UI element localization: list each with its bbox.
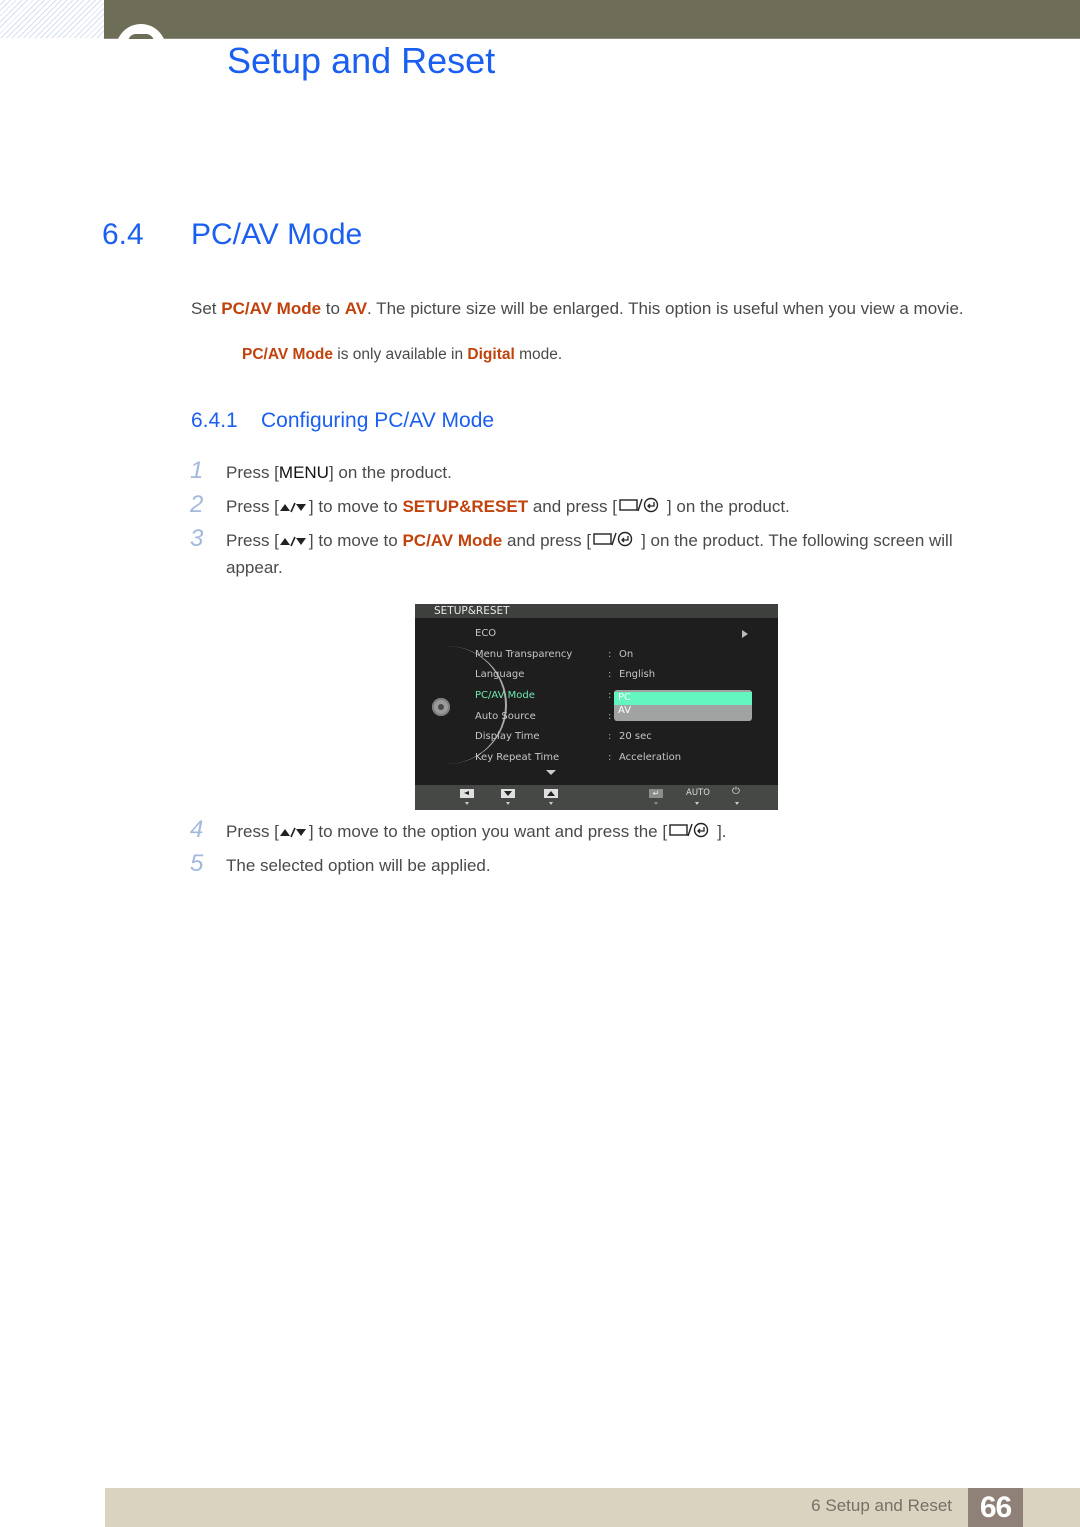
intro-text: . The picture size will be enlarged. Thi… <box>367 299 964 318</box>
intro-highlight-av: AV <box>344 299 368 318</box>
chevron-right-icon <box>742 630 748 638</box>
button-marker <box>695 802 699 805</box>
osd-colon: : <box>608 752 612 763</box>
source-enter-key-icon <box>593 531 633 547</box>
step-highlight: SETUP&RESET <box>402 497 529 516</box>
left-button-icon[interactable] <box>460 789 474 798</box>
button-marker <box>654 802 658 805</box>
footer-chapter-label: 6 Setup and Reset <box>811 1496 952 1515</box>
osd-value-display-time: 20 sec <box>619 731 652 742</box>
step-text: Press [ <box>226 531 279 550</box>
button-marker <box>506 802 510 805</box>
step-text: ]. <box>717 822 727 841</box>
step-number: 3 <box>190 525 204 552</box>
button-marker <box>735 802 739 805</box>
osd-value-key-repeat-time: Acceleration <box>619 752 682 763</box>
osd-item-language[interactable]: Language <box>475 669 524 680</box>
note-highlight-mode: PC/AV Mode <box>242 346 333 363</box>
osd-value-menu-transparency: On <box>619 649 634 660</box>
step-text: ] to move to the option you want and pre… <box>308 822 668 841</box>
step-number: 4 <box>190 816 204 843</box>
osd-item-pc-av-mode[interactable]: PC/AV Mode <box>475 690 535 701</box>
gear-icon <box>432 698 450 716</box>
note-paragraph: PC/AV Mode is only available in Digital … <box>242 346 562 364</box>
up-down-arrow-icon <box>279 502 306 513</box>
dropdown-option-pc[interactable]: PC <box>618 692 631 703</box>
pc-av-mode-dropdown[interactable]: PC AV <box>614 690 752 721</box>
step-text: Press [ <box>226 822 279 841</box>
chapter-title: Setup and Reset <box>227 40 496 81</box>
osd-item-eco[interactable]: ECO <box>475 628 496 639</box>
osd-menu-screen: SETUP&RESET ECO Menu Transparency : On L… <box>415 604 778 810</box>
up-down-arrow-icon <box>279 827 306 838</box>
power-icon[interactable]: ⏻ <box>732 786 740 797</box>
dropdown-option-av[interactable]: AV <box>618 705 631 716</box>
osd-item-key-repeat-time[interactable]: Key Repeat Time <box>475 752 559 763</box>
intro-paragraph: Set PC/AV Mode to AV. The picture size w… <box>191 299 964 319</box>
step-text: ] on the product. The following screen w… <box>641 531 953 550</box>
step-text-continued: appear. <box>226 558 283 577</box>
step-text: and press [ <box>502 531 592 550</box>
menu-key-label: MENU <box>278 463 329 482</box>
page-footer: 6 Setup and Reset 66 <box>105 1488 1080 1527</box>
dropdown-selection-highlight <box>614 692 752 705</box>
osd-button-bar: ↵ AUTO ⏻ <box>415 785 778 810</box>
step-text: The selected option will be applied. <box>226 856 491 875</box>
step-highlight: PC/AV Mode <box>402 531 503 550</box>
step-number: 2 <box>190 491 204 518</box>
down-button-icon[interactable] <box>501 789 515 798</box>
step-number: 1 <box>190 457 204 484</box>
button-marker <box>465 802 469 805</box>
chapter-badge-mask <box>104 39 184 79</box>
step-text: ] on the product. <box>328 463 452 482</box>
osd-colon: : <box>608 649 612 660</box>
button-marker <box>549 802 553 805</box>
header-hatch-pattern <box>0 0 104 38</box>
osd-item-display-time[interactable]: Display Time <box>475 731 540 742</box>
step-number: 5 <box>190 850 204 877</box>
enter-button-icon[interactable]: ↵ <box>649 789 663 798</box>
source-enter-key-icon <box>619 497 659 513</box>
up-button-icon[interactable] <box>544 789 558 798</box>
osd-arc-decoration <box>445 646 507 764</box>
step-text: Press [ <box>226 497 279 516</box>
intro-highlight-mode: PC/AV Mode <box>221 299 322 318</box>
note-text: is only available in <box>333 346 468 363</box>
osd-header: SETUP&RESET <box>415 604 778 618</box>
subsection-number: 6.4.1 <box>191 409 238 432</box>
osd-item-menu-transparency[interactable]: Menu Transparency <box>475 649 572 660</box>
osd-colon: : <box>608 669 612 680</box>
step-text: ] on the product. <box>666 497 790 516</box>
osd-colon: : <box>608 711 612 722</box>
note-highlight-digital: Digital <box>467 346 515 363</box>
osd-colon: : <box>608 690 612 701</box>
scroll-down-arrow-icon <box>546 770 556 775</box>
up-down-arrow-icon <box>279 536 306 547</box>
osd-title: SETUP&RESET <box>434 605 510 617</box>
page-number: 66 <box>968 1488 1023 1527</box>
subsection-title: Configuring PC/AV Mode <box>261 409 495 432</box>
step-text: and press [ <box>528 497 617 516</box>
osd-colon: : <box>608 731 612 742</box>
header-bar <box>104 0 1080 39</box>
auto-button-label[interactable]: AUTO <box>686 788 710 798</box>
step-text: Press [ <box>226 463 279 482</box>
step-text: ] to move to <box>308 497 403 516</box>
section-number: 6.4 <box>102 218 144 251</box>
osd-value-language: English <box>619 669 656 680</box>
source-enter-key-icon <box>669 822 709 838</box>
intro-text: Set <box>191 299 222 318</box>
note-text: mode. <box>514 346 563 363</box>
intro-text: to <box>321 299 345 318</box>
section-title: PC/AV Mode <box>191 218 363 251</box>
step-text: ] to move to <box>308 531 403 550</box>
osd-item-auto-source[interactable]: Auto Source <box>475 711 536 722</box>
